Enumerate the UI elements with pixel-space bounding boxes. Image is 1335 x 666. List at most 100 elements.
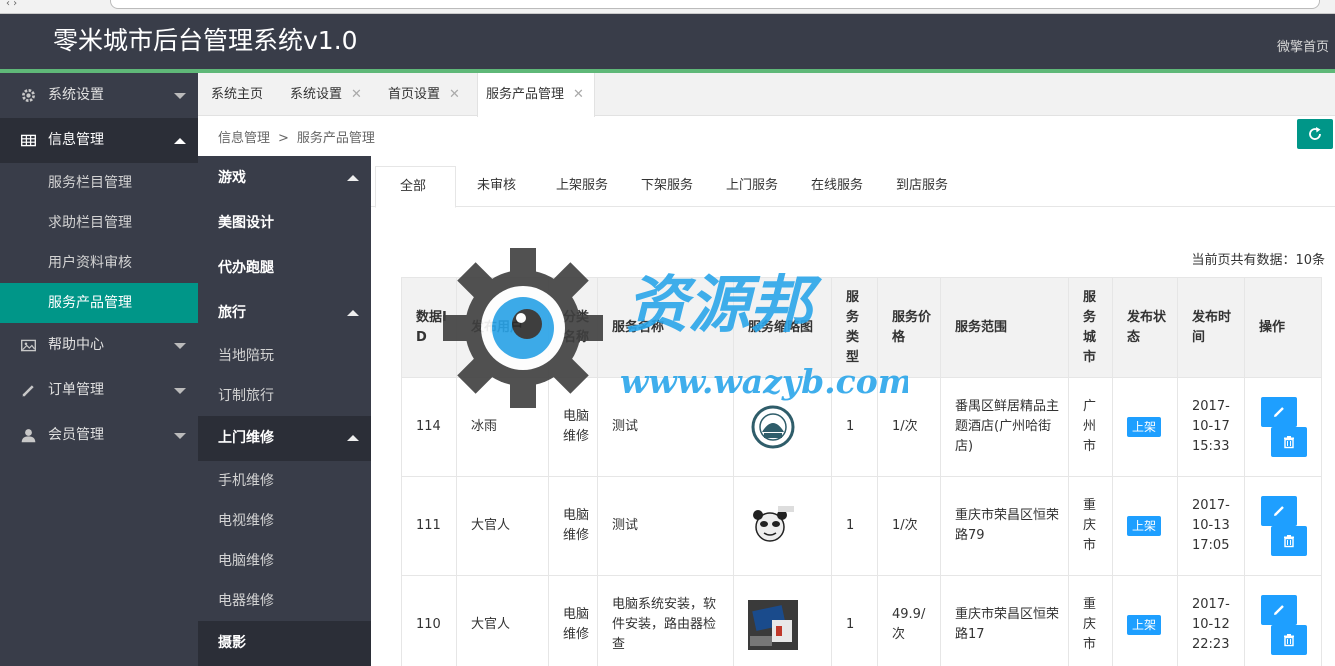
sidebar-group-member-management[interactable]: 会员管理 <box>0 413 198 458</box>
home-link[interactable]: 微擎首页 <box>1277 36 1329 55</box>
main-content: 全部 未审核 上架服务 下架服务 上门服务 在线服务 到店服务 当前页共有数据：… <box>371 156 1335 666</box>
cell-thumb <box>733 377 832 477</box>
cell-time: 2017-10-12 22:23 <box>1177 575 1245 666</box>
col-header: 服务范围 <box>940 277 1069 378</box>
category-item-appliance-repair[interactable]: 电器维修 <box>198 581 371 621</box>
tab-system-settings[interactable]: 系统设置 ✕ <box>290 73 362 116</box>
sidebar-item-user-review[interactable]: 用户资料审核 <box>0 243 198 283</box>
category-item-custom-travel[interactable]: 订制旅行 <box>198 376 371 416</box>
col-header: 发布状态 <box>1112 277 1178 378</box>
edit-button[interactable] <box>1261 496 1297 526</box>
refresh-button[interactable] <box>1297 119 1333 149</box>
category-section-travel[interactable]: 旅行 <box>198 291 371 336</box>
breadcrumb-separator: > <box>278 131 289 146</box>
thumbnail-panda-meme[interactable] <box>748 501 798 551</box>
table-header-row: 数据ID 发布用户 分类名称 服务名称 服务缩略图 服务类型 服务价格 服务范围… <box>401 277 1322 378</box>
cell-category: 电脑维修 <box>548 377 598 477</box>
filter-tab-unreviewed[interactable]: 未审核 <box>477 166 516 207</box>
cell-time: 2017-10-17 15:33 <box>1177 377 1245 477</box>
delete-button[interactable] <box>1271 526 1307 556</box>
category-section-games[interactable]: 游戏 <box>198 156 371 201</box>
category-section-errands[interactable]: 代办跑腿 <box>198 246 371 291</box>
thumbnail-computer-photo[interactable] <box>748 600 798 650</box>
filter-tabs: 全部 未审核 上架服务 下架服务 上门服务 在线服务 到店服务 <box>371 166 1335 208</box>
cell-name: 测试 <box>597 476 734 576</box>
tab-service-products[interactable]: 服务产品管理 ✕ <box>477 73 595 117</box>
sidebar-group-info-management[interactable]: 信息管理 <box>0 118 198 163</box>
cell-status: 上架 <box>1112 575 1178 666</box>
close-icon[interactable]: ✕ <box>573 87 584 102</box>
pencil-icon <box>22 385 34 397</box>
cell-city: 重庆市 <box>1068 476 1113 576</box>
sidebar-group-help-center[interactable]: 帮助中心 <box>0 323 198 368</box>
col-header: 服务缩略图 <box>733 277 832 378</box>
tab-system-home[interactable]: 系统主页 <box>211 73 263 116</box>
category-item-tv-repair[interactable]: 电视维修 <box>198 501 371 541</box>
filter-tab-listed[interactable]: 上架服务 <box>556 166 608 207</box>
filter-tab-in-store[interactable]: 到店服务 <box>896 166 948 207</box>
chevron-up-icon <box>347 435 359 441</box>
sidebar-item-help-column[interactable]: 求助栏目管理 <box>0 203 198 243</box>
tab-label: 服务产品管理 <box>486 87 565 102</box>
chevron-up-icon <box>347 310 359 316</box>
browser-address-bar[interactable] <box>110 0 1320 9</box>
cell-category: 电脑维修 <box>548 476 598 576</box>
chevron-down-icon <box>174 93 186 99</box>
sidebar-item-service-products[interactable]: 服务产品管理 <box>0 283 198 323</box>
category-section-photography[interactable]: 摄影 <box>198 621 371 666</box>
sidebar-group-label: 帮助中心 <box>48 337 104 353</box>
grid-icon <box>21 134 36 147</box>
status-badge: 上架 <box>1127 416 1162 437</box>
browser-nav-icon[interactable]: ‹ › <box>6 0 17 9</box>
top-header: 零米城市后台管理系统v1.0 微擎首页 <box>0 14 1335 69</box>
close-icon[interactable]: ✕ <box>449 87 460 102</box>
sidebar-group-system-settings[interactable]: 系统设置 <box>0 73 198 118</box>
category-section-repair[interactable]: 上门维修 <box>198 416 371 461</box>
delete-button[interactable] <box>1271 625 1307 655</box>
cell-id: 110 <box>401 575 457 666</box>
sidebar-group-order-management[interactable]: 订单管理 <box>0 368 198 413</box>
cell-price: 1/次 <box>877 377 941 477</box>
filter-tab-online[interactable]: 在线服务 <box>811 166 863 207</box>
filter-tab-onsite[interactable]: 上门服务 <box>726 166 778 207</box>
category-item-local-guide[interactable]: 当地陪玩 <box>198 336 371 376</box>
col-header: 分类名称 <box>548 277 598 378</box>
cell-actions <box>1244 575 1322 666</box>
filter-tab-all[interactable]: 全部 <box>375 166 456 208</box>
sidebar-item-service-column[interactable]: 服务栏目管理 <box>0 163 198 203</box>
category-item-phone-repair[interactable]: 手机维修 <box>198 461 371 501</box>
col-header: 服务城市 <box>1068 277 1113 378</box>
category-label: 代办跑腿 <box>218 260 274 276</box>
trash-icon <box>1284 436 1294 449</box>
thumbnail-logo-seal[interactable] <box>748 402 798 452</box>
category-label: 旅行 <box>218 305 246 321</box>
cell-range: 重庆市荣昌区恒荣路79 <box>940 476 1069 576</box>
filter-tab-unlisted[interactable]: 下架服务 <box>641 166 693 207</box>
cell-id: 111 <box>401 476 457 576</box>
sidebar-group-label: 系统设置 <box>48 87 104 103</box>
delete-button[interactable] <box>1271 427 1307 457</box>
cell-type: 1 <box>831 575 878 666</box>
category-section-design[interactable]: 美图设计 <box>198 201 371 246</box>
pencil-icon <box>1274 506 1284 516</box>
cell-status: 上架 <box>1112 377 1178 477</box>
edit-button[interactable] <box>1261 397 1297 427</box>
col-header: 数据ID <box>401 277 457 378</box>
breadcrumb-item[interactable]: 信息管理 <box>218 131 270 146</box>
chevron-up-icon <box>347 175 359 181</box>
cell-time: 2017-10-13 17:05 <box>1177 476 1245 576</box>
breadcrumb-item: 服务产品管理 <box>296 131 375 146</box>
tab-label: 系统设置 <box>290 87 343 102</box>
tab-home-settings[interactable]: 首页设置 ✕ <box>388 73 460 116</box>
edit-button[interactable] <box>1261 595 1297 625</box>
category-panel: 游戏 美图设计 代办跑腿 旅行 当地陪玩 订制旅行 上门维修 手机维修 电视维修… <box>198 156 371 666</box>
cell-type: 1 <box>831 377 878 477</box>
chevron-down-icon <box>174 433 186 439</box>
sidebar-group-label: 信息管理 <box>48 132 104 148</box>
cell-id: 114 <box>401 377 457 477</box>
image-icon <box>21 339 36 352</box>
close-icon[interactable]: ✕ <box>351 87 362 102</box>
category-item-computer-repair[interactable]: 电脑维修 <box>198 541 371 581</box>
cell-thumb <box>733 476 832 576</box>
app-title: 零米城市后台管理系统v1.0 <box>53 26 358 55</box>
